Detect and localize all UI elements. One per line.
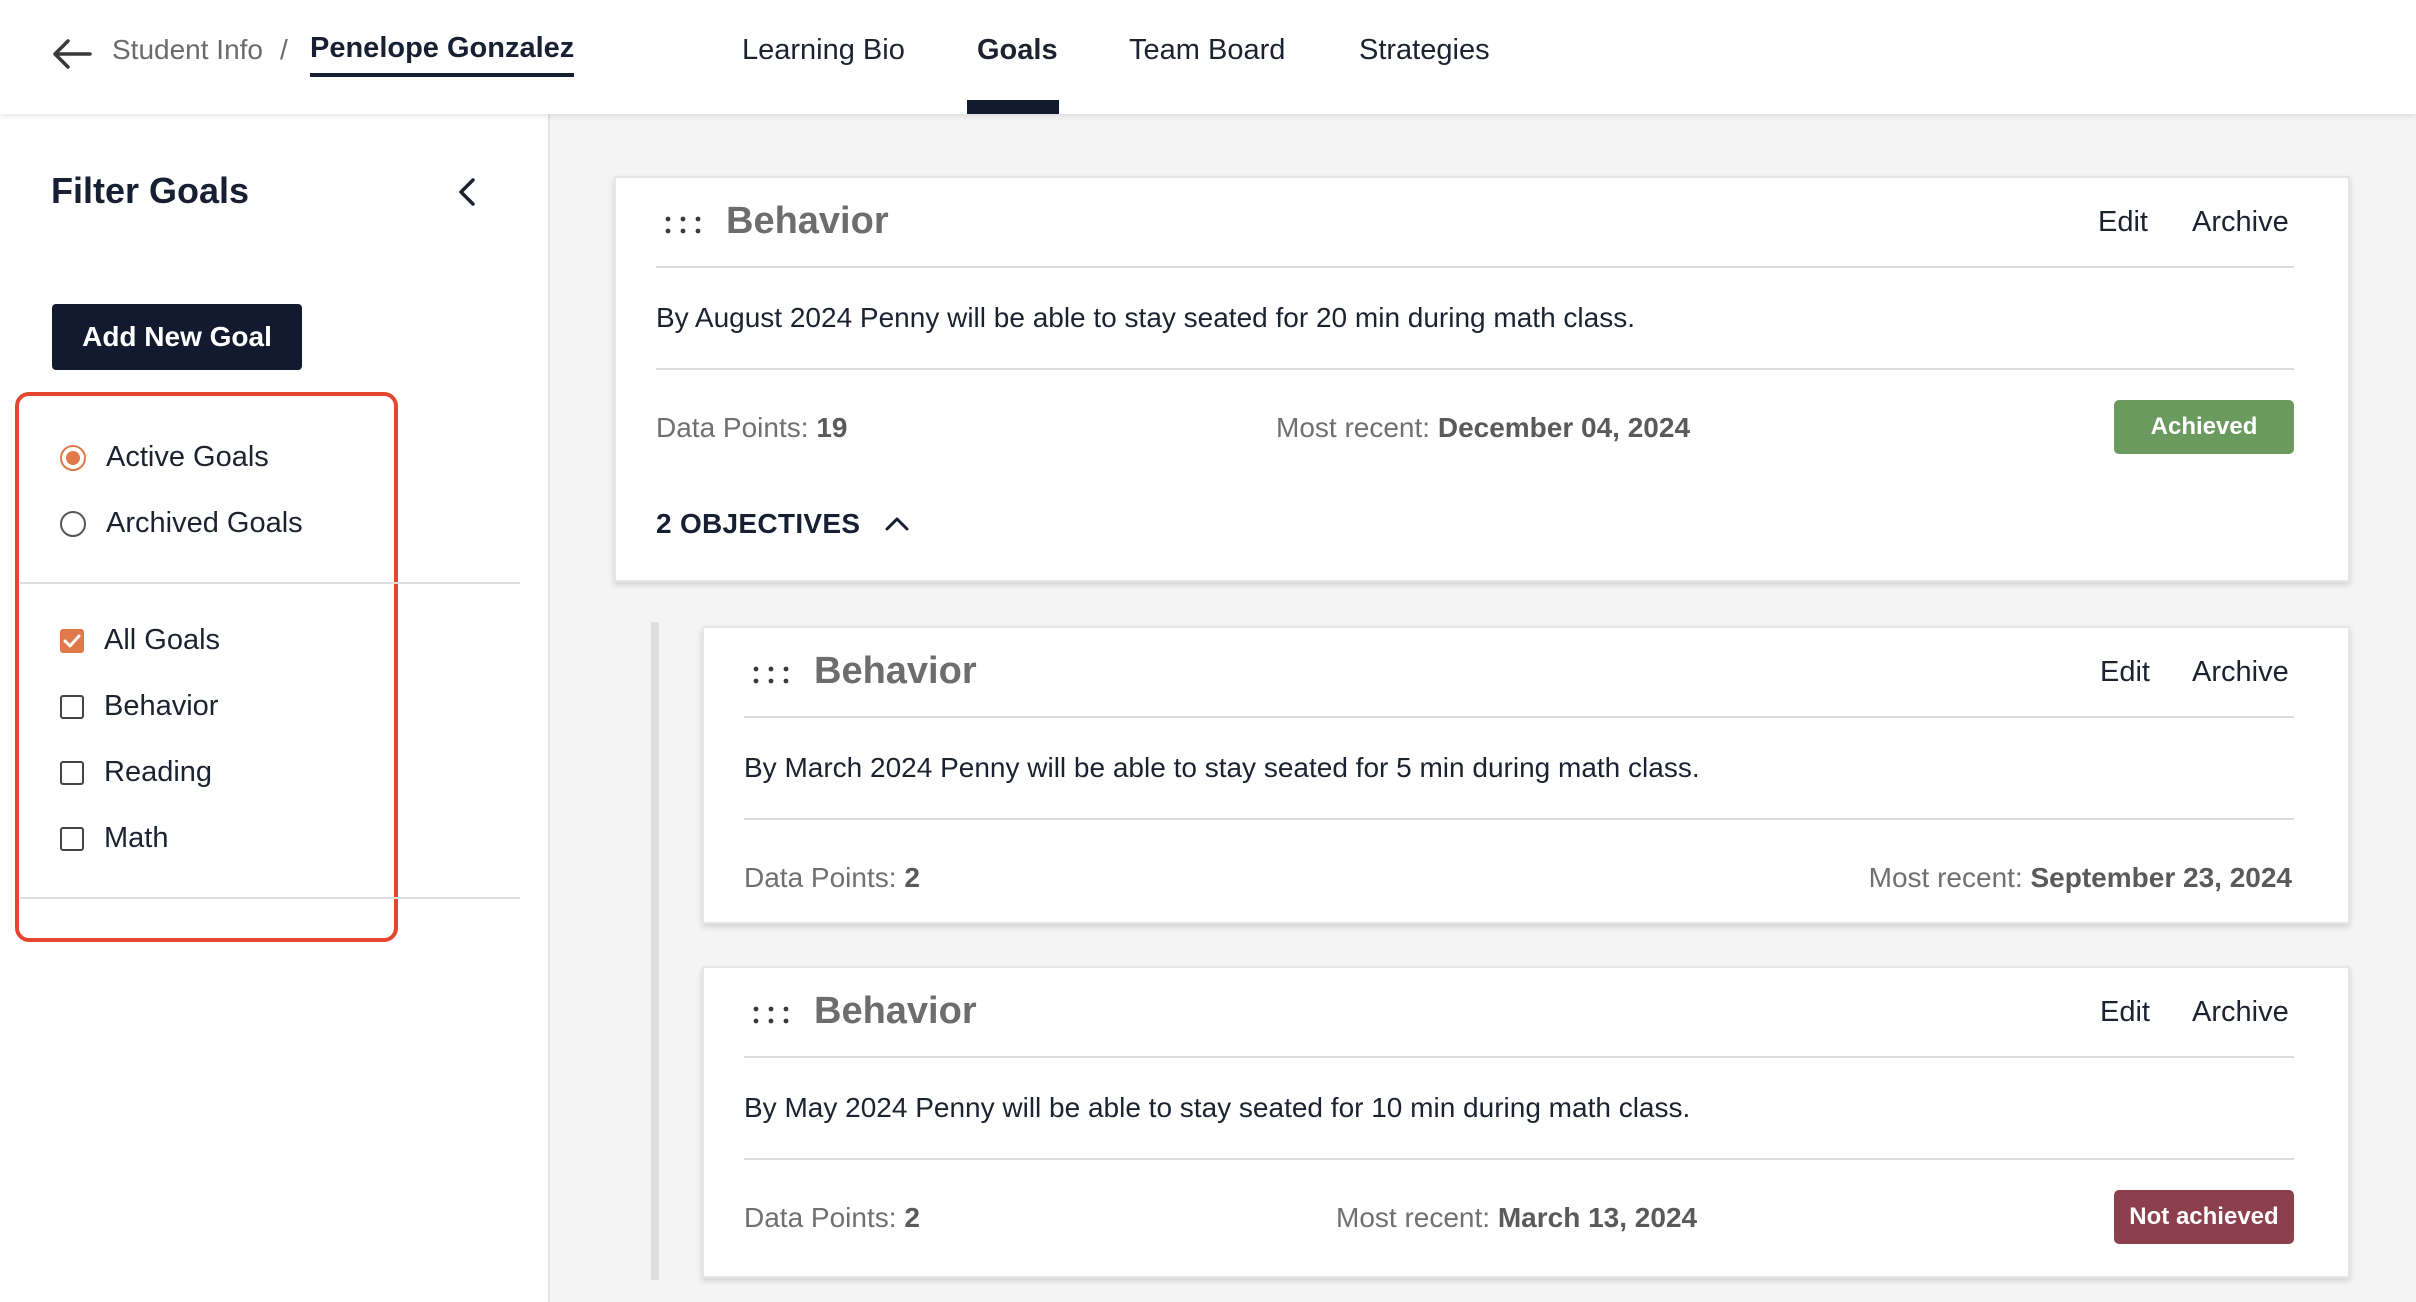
filter-sidebar: Filter Goals Add New Goal Active Goals A… — [0, 114, 550, 1302]
card-divider — [744, 1158, 2294, 1160]
card-divider — [744, 1056, 2294, 1058]
checkbox-checked-icon[interactable] — [60, 628, 84, 653]
objective-card: Behavior Edit Archive By May 2024 Penny … — [702, 966, 2350, 1278]
data-points-label: Data Points: — [656, 412, 809, 443]
objective-description: By March 2024 Penny will be able to stay… — [744, 752, 1700, 783]
card-divider — [744, 818, 2294, 820]
archived-goals-label: Archived Goals — [106, 507, 303, 539]
objectives-count: 2 OBJECTIVES — [656, 508, 861, 539]
goal-archive-link[interactable]: Archive — [2192, 206, 2289, 239]
objectives-toggle[interactable]: 2 OBJECTIVES — [656, 508, 910, 540]
active-goals-label: Active Goals — [106, 441, 269, 473]
status-badge-not-achieved: Not achieved — [2114, 1190, 2294, 1244]
goal-edit-link[interactable]: Edit — [2098, 206, 2148, 239]
goal-most-recent: Most recent: December 04, 2024 — [1276, 412, 1690, 444]
filter-divider — [20, 582, 520, 584]
most-recent-label: Most recent: — [1868, 862, 2023, 893]
breadcrumb-separator: / — [280, 34, 288, 65]
breadcrumb-parent-link[interactable]: Student Info — [112, 34, 263, 66]
active-goals-radio[interactable]: Active Goals — [60, 441, 269, 474]
objective-description: By May 2024 Penny will be able to stay s… — [744, 1092, 1691, 1123]
most-recent-date: March 13, 2024 — [1497, 1202, 1698, 1233]
tab-strategies[interactable]: Strategies — [1359, 34, 1490, 67]
tab-learning-bio[interactable]: Learning Bio — [742, 34, 905, 67]
card-divider — [656, 368, 2294, 370]
objective-data-points: Data Points: 2 — [744, 1202, 920, 1234]
card-divider — [656, 266, 2294, 268]
objective-title: Behavior — [814, 650, 977, 692]
filter-divider — [20, 897, 520, 899]
all-goals-checkbox[interactable]: All Goals — [60, 624, 220, 657]
back-arrow-icon[interactable] — [50, 36, 92, 72]
tab-goals[interactable]: Goals — [977, 34, 1058, 67]
objective-archive-link[interactable]: Archive — [2192, 996, 2289, 1029]
most-recent-label: Most recent: — [1276, 412, 1431, 443]
objectives-nesting-line — [651, 622, 659, 1280]
tab-team-board[interactable]: Team Board — [1129, 34, 1285, 67]
reading-label: Reading — [104, 756, 213, 788]
filter-highlight-box — [15, 392, 398, 942]
data-points-label: Data Points: — [744, 1202, 897, 1233]
archived-goals-radio[interactable]: Archived Goals — [60, 507, 303, 540]
math-label: Math — [104, 822, 169, 854]
breadcrumb-current: Penelope Gonzalez — [310, 32, 575, 77]
goal-data-points: Data Points: 19 — [656, 412, 847, 444]
objective-edit-link[interactable]: Edit — [2100, 656, 2150, 689]
reading-checkbox[interactable]: Reading — [60, 756, 212, 789]
drag-handle-icon[interactable] — [664, 214, 704, 236]
goal-card: Behavior Edit Archive By August 2024 Pen… — [614, 176, 2350, 582]
data-points-value: 2 — [904, 1202, 920, 1233]
objective-most-recent: Most recent: March 13, 2024 — [1336, 1202, 1697, 1234]
top-nav: Student Info / Penelope Gonzalez Learnin… — [0, 0, 2416, 114]
filter-title: Filter Goals — [51, 170, 250, 211]
checkbox-unchecked-icon[interactable] — [60, 760, 84, 785]
objective-card: Behavior Edit Archive By March 2024 Penn… — [702, 626, 2350, 924]
most-recent-date: December 04, 2024 — [1437, 412, 1691, 443]
data-points-value: 19 — [816, 412, 848, 443]
behavior-label: Behavior — [104, 690, 219, 722]
goal-description: By August 2024 Penny will be able to sta… — [656, 302, 1636, 333]
status-badge-achieved: Achieved — [2114, 400, 2294, 454]
data-points-label: Data Points: — [744, 862, 897, 893]
chevron-up-icon[interactable] — [884, 516, 910, 532]
behavior-checkbox[interactable]: Behavior — [60, 690, 218, 723]
radio-checked-icon[interactable] — [60, 444, 86, 471]
data-points-value: 2 — [904, 862, 920, 893]
add-new-goal-button[interactable]: Add New Goal — [52, 304, 302, 370]
goal-title: Behavior — [726, 200, 889, 242]
chevron-left-icon[interactable] — [452, 174, 484, 210]
objective-data-points: Data Points: 2 — [744, 862, 920, 894]
radio-unchecked-icon[interactable] — [60, 510, 86, 537]
drag-handle-icon[interactable] — [752, 1004, 792, 1026]
checkbox-unchecked-icon[interactable] — [60, 826, 84, 851]
objective-edit-link[interactable]: Edit — [2100, 996, 2150, 1029]
math-checkbox[interactable]: Math — [60, 822, 168, 855]
objective-most-recent: Most recent: September 23, 2024 — [1869, 862, 2292, 894]
most-recent-date: September 23, 2024 — [2030, 862, 2293, 893]
checkbox-unchecked-icon[interactable] — [60, 694, 84, 719]
drag-handle-icon[interactable] — [752, 664, 792, 686]
card-divider — [744, 716, 2294, 718]
most-recent-label: Most recent: — [1336, 1202, 1491, 1233]
objective-archive-link[interactable]: Archive — [2192, 656, 2289, 689]
objective-title: Behavior — [814, 990, 977, 1032]
all-goals-label: All Goals — [104, 624, 221, 656]
active-tab-indicator — [967, 100, 1059, 114]
